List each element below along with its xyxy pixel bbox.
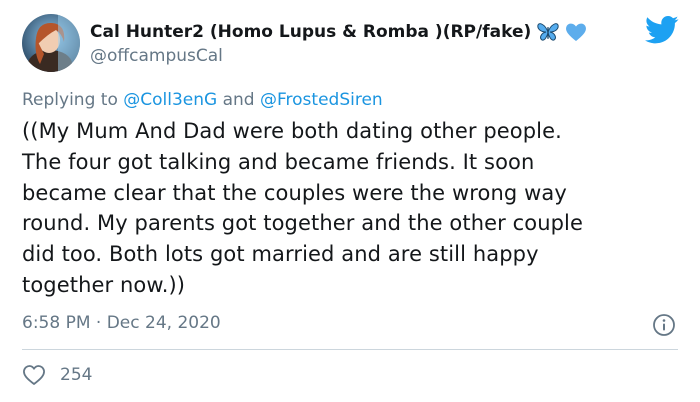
heart-icon[interactable]: [22, 364, 46, 386]
mention-link-2[interactable]: @FrostedSiren: [260, 90, 383, 110]
author-name-line[interactable]: Cal Hunter2 (Homo Lupus & Romba )(RP/fak…: [90, 22, 587, 42]
tweet-text-line: became clear that the couples were the w…: [22, 180, 567, 205]
avatar-image: [22, 14, 80, 72]
butterfly-icon: [537, 22, 559, 42]
replying-to: Replying to @Coll3enG and @FrostedSiren: [22, 90, 383, 110]
timestamp-separator: ·: [95, 313, 102, 333]
info-icon[interactable]: [652, 313, 676, 337]
tweet-text-line: round. My parents got together and the o…: [22, 211, 584, 236]
replying-prefix: Replying to: [22, 90, 118, 110]
tweet-text-line: The four got talking and became friends.…: [22, 149, 535, 174]
tweet-time[interactable]: 6:58 PM: [22, 313, 91, 333]
like-count: 254: [60, 365, 93, 385]
tweet-text-line: together now.)): [22, 272, 186, 297]
like-action[interactable]: 254: [22, 364, 92, 386]
tweet-text-line: ((My Mum And Dad were both dating other …: [22, 119, 562, 143]
tweet-timestamp[interactable]: 6:58 PM · Dec 24, 2020: [22, 313, 221, 333]
display-name[interactable]: Cal Hunter2 (Homo Lupus & Romba )(RP/fak…: [90, 22, 531, 42]
author-handle[interactable]: @offcampusCal: [90, 46, 223, 66]
tweet-text-line: did too. Both lots got married and are s…: [22, 242, 539, 267]
mention-link-1[interactable]: @Coll3enG: [123, 90, 217, 110]
tweet-date[interactable]: Dec 24, 2020: [107, 313, 221, 333]
avatar[interactable]: [22, 14, 80, 72]
tweet-text: ((My Mum And Dad were both dating other …: [22, 116, 682, 301]
twitter-bird-icon[interactable]: [645, 15, 679, 45]
blue-heart-icon: [565, 22, 587, 42]
replying-conjunction: and: [222, 90, 255, 110]
tweet-card: Cal Hunter2 (Homo Lupus & Romba )(RP/fak…: [0, 0, 700, 402]
divider: [22, 349, 678, 350]
